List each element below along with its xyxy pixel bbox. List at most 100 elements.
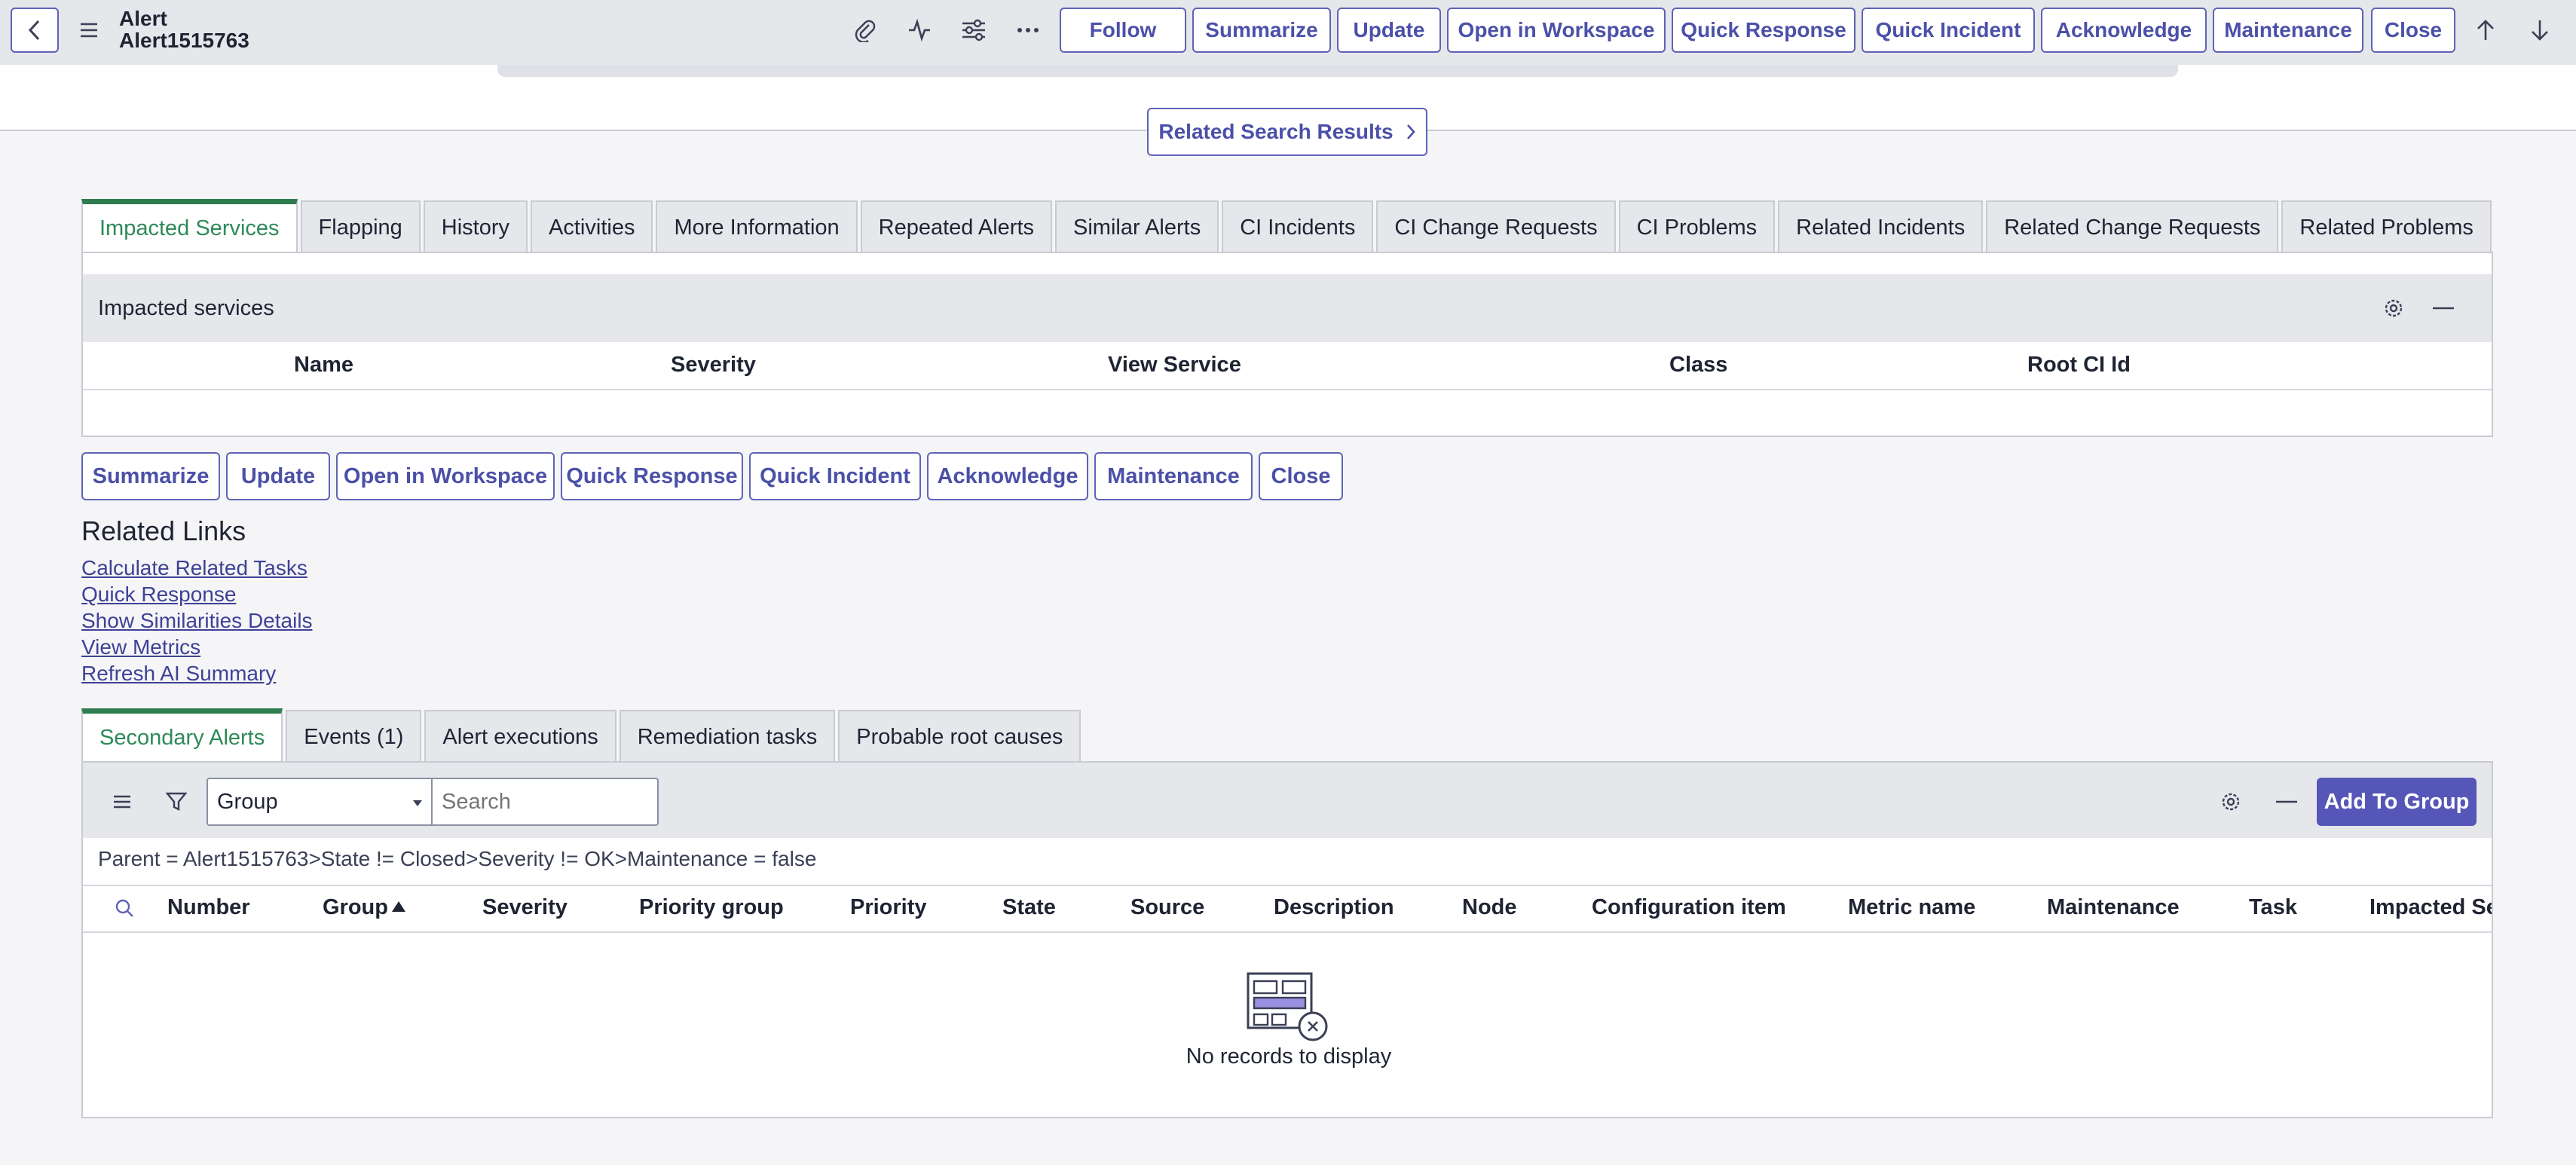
menu-icon (81, 23, 97, 38)
bottom-close-button[interactable]: Close (1259, 452, 1343, 500)
tab-ci-incidents[interactable]: CI Incidents (1222, 200, 1374, 253)
paperclip-icon (855, 20, 876, 42)
activity-icon (909, 19, 930, 41)
more-icon (1017, 28, 1039, 32)
menu-icon (114, 795, 130, 809)
tab-probable-root-causes[interactable]: Probable root causes (838, 710, 1081, 763)
bottom-quick-response-button[interactable]: Quick Response (561, 452, 743, 500)
add-to-group-button[interactable]: Add To Group (2317, 778, 2477, 826)
minus-icon (2276, 800, 2297, 803)
quick-incident-button[interactable]: Quick Incident (1862, 8, 2035, 53)
follow-button[interactable]: Follow (1060, 8, 1186, 53)
link-refresh-ai-summary[interactable]: Refresh AI Summary (81, 662, 276, 686)
tab-flapping[interactable]: Flapping (300, 200, 421, 253)
column-search-button[interactable] (112, 895, 137, 921)
impacted-services-title: Impacted services (98, 295, 274, 320)
record-title: Alert Alert1515763 (119, 8, 249, 51)
update-button[interactable]: Update (1337, 8, 1441, 53)
tab-remediation-tasks[interactable]: Remediation tasks (619, 710, 836, 763)
activity-button[interactable] (901, 14, 938, 47)
more-actions-button[interactable] (1010, 14, 1046, 47)
tab-related-incidents[interactable]: Related Incidents (1778, 200, 1984, 253)
tab-repeated-alerts[interactable]: Repeated Alerts (860, 200, 1053, 253)
tab-ci-change-requests[interactable]: CI Change Requests (1376, 200, 1616, 253)
link-show-similarities-details[interactable]: Show Similarities Details (81, 609, 313, 633)
next-record-button[interactable] (2522, 14, 2558, 47)
column-state[interactable]: State (1002, 895, 1056, 920)
column-class[interactable]: Class (1669, 353, 1727, 378)
column-task[interactable]: Task (2249, 895, 2297, 920)
tab-related-change-requests[interactable]: Related Change Requests (1986, 200, 2279, 253)
related-lists-tabs: Impacted Services Flapping History Activ… (81, 199, 2495, 253)
hamburger-menu-button[interactable] (72, 14, 106, 47)
column-priority-group[interactable]: Priority group (639, 895, 784, 920)
search-input[interactable] (431, 778, 659, 826)
link-view-metrics[interactable]: View Metrics (81, 635, 200, 659)
bottom-maintenance-button[interactable]: Maintenance (1094, 452, 1253, 500)
bottom-open-in-workspace-button[interactable]: Open in Workspace (336, 452, 555, 500)
column-impacted-services[interactable]: Impacted Ser (2369, 895, 2492, 919)
link-calculate-related-tasks[interactable]: Calculate Related Tasks (81, 556, 307, 580)
list-context-menu-button[interactable] (107, 787, 137, 817)
column-view-service[interactable]: View Service (1108, 353, 1241, 378)
secondary-collapse-button[interactable] (2272, 787, 2302, 817)
tab-alert-executions[interactable]: Alert executions (424, 710, 616, 763)
bottom-acknowledge-button[interactable]: Acknowledge (927, 452, 1088, 500)
collapse-list-button[interactable] (2428, 293, 2458, 323)
impacted-services-header: Impacted services (83, 274, 2492, 342)
column-description[interactable]: Description (1274, 895, 1394, 920)
list-settings-button[interactable] (2379, 293, 2409, 323)
link-quick-response[interactable]: Quick Response (81, 582, 236, 607)
column-severity[interactable]: Severity (482, 895, 568, 920)
tab-activities[interactable]: Activities (531, 200, 653, 253)
tab-events[interactable]: Events (1) (286, 710, 422, 763)
column-metric-name[interactable]: Metric name (1848, 895, 1975, 920)
secondary-list-settings-button[interactable] (2216, 787, 2246, 817)
bottom-quick-incident-button[interactable]: Quick Incident (749, 452, 921, 500)
minus-icon (2433, 307, 2454, 310)
chevron-right-icon (1406, 124, 1415, 139)
previous-record-button[interactable] (2467, 14, 2504, 47)
group-select[interactable]: Group (207, 778, 433, 826)
close-button[interactable]: Close (2371, 8, 2455, 53)
column-source[interactable]: Source (1130, 895, 1204, 920)
bottom-summarize-button[interactable]: Summarize (81, 452, 220, 500)
open-in-workspace-button[interactable]: Open in Workspace (1447, 8, 1666, 53)
form-section-bottom (497, 65, 2178, 77)
related-links-title: Related Links (81, 515, 246, 546)
sliders-icon (962, 19, 985, 41)
related-search-results-button[interactable]: Related Search Results (1147, 108, 1427, 156)
column-group[interactable]: Group (323, 895, 388, 920)
bottom-update-button[interactable]: Update (226, 452, 330, 500)
back-button[interactable] (11, 8, 59, 53)
column-severity[interactable]: Severity (671, 353, 756, 378)
column-priority[interactable]: Priority (850, 895, 927, 920)
attachment-button[interactable] (847, 14, 883, 47)
acknowledge-button[interactable]: Acknowledge (2041, 8, 2207, 53)
column-node[interactable]: Node (1462, 895, 1517, 920)
tab-impacted-services[interactable]: Impacted Services (81, 199, 298, 253)
column-root-ci-id[interactable]: Root CI Id (2027, 353, 2131, 378)
tab-history[interactable]: History (423, 200, 528, 253)
quick-response-button[interactable]: Quick Response (1672, 8, 1856, 53)
tab-more-information[interactable]: More Information (656, 200, 858, 253)
empty-list-icon (1247, 972, 1328, 1041)
filter-condition[interactable]: Parent = Alert1515763>State != Closed>Se… (98, 847, 816, 871)
related-search-results-label: Related Search Results (1158, 120, 1394, 143)
column-maintenance[interactable]: Maintenance (2047, 895, 2180, 920)
empty-state-message: No records to display (1186, 1044, 1392, 1069)
maintenance-button[interactable]: Maintenance (2213, 8, 2363, 53)
tab-secondary-alerts[interactable]: Secondary Alerts (81, 708, 283, 763)
tab-related-problems[interactable]: Related Problems (2281, 200, 2492, 253)
arrow-down-icon (2532, 20, 2548, 41)
summarize-button[interactable]: Summarize (1192, 8, 1331, 53)
gear-icon (2222, 793, 2240, 811)
group-select-value: Group (217, 789, 278, 814)
column-configuration-item[interactable]: Configuration item (1592, 895, 1786, 920)
filter-button[interactable] (161, 787, 191, 817)
tab-ci-problems[interactable]: CI Problems (1618, 200, 1776, 253)
column-number[interactable]: Number (167, 895, 250, 920)
tab-similar-alerts[interactable]: Similar Alerts (1055, 200, 1219, 253)
column-name[interactable]: Name (294, 353, 353, 378)
personalize-button[interactable] (956, 14, 992, 47)
